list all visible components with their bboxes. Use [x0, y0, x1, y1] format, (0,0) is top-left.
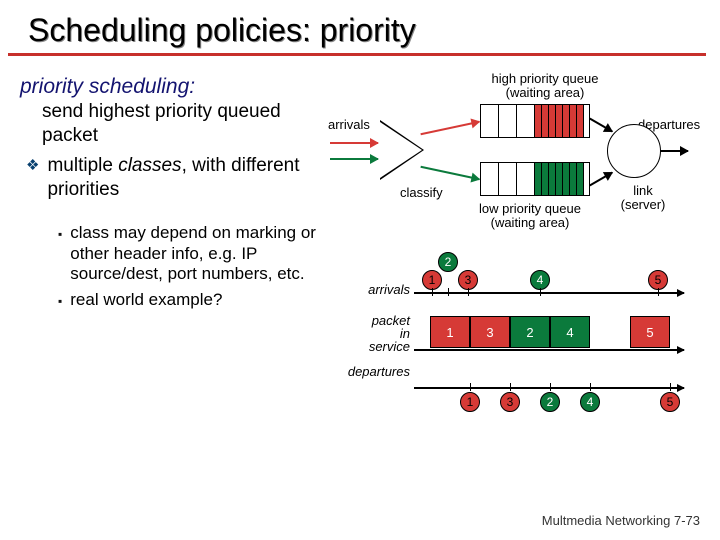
departures-axis-label: departures — [348, 364, 410, 379]
tick — [470, 383, 471, 391]
arrow-high-to-server — [589, 118, 613, 133]
text-column: priority scheduling: send highest priori… — [0, 74, 330, 452]
diamond-bullet-icon: ❖ — [26, 154, 39, 176]
tick — [510, 383, 511, 391]
classify-label: classify — [400, 186, 443, 200]
arrivals-axis — [414, 292, 684, 294]
service-axis — [414, 349, 684, 351]
classifier-triangle — [380, 122, 422, 178]
high-queue-label: high priority queue(waiting area) — [480, 72, 610, 101]
arrival-pkt-4: 4 — [530, 270, 550, 290]
arrival-pkt-3: 3 — [458, 270, 478, 290]
departures-axis — [414, 387, 684, 389]
arrow-green-arrival — [330, 158, 378, 160]
service-axis-label: packetinservice — [369, 314, 410, 353]
bar-1: 1 — [430, 316, 470, 348]
arrow-departure — [660, 150, 688, 152]
server-circle — [607, 124, 661, 178]
arrivals-axis-label: arrivals — [368, 282, 410, 297]
slide-footer: Multmedia Networking 7-73 — [542, 513, 700, 528]
service-bars: 1 3 2 4 5 — [414, 316, 670, 348]
content-area: priority scheduling: send highest priori… — [0, 56, 720, 452]
tick — [540, 288, 541, 296]
arrival-pkt-1: 1 — [422, 270, 442, 290]
tick — [590, 383, 591, 391]
diagram-column: high priority queue(waiting area) arriva… — [330, 74, 720, 452]
bar-2: 2 — [510, 316, 550, 348]
link-server-label: link(server) — [618, 184, 668, 213]
dep-pkt-1: 1 — [460, 392, 480, 412]
square-bullet-icon: ▪ — [58, 223, 62, 284]
low-priority-queue — [480, 162, 590, 196]
low-queue-label: low priority queue(waiting area) — [470, 202, 590, 231]
bar-5: 5 — [630, 316, 670, 348]
timeline-diagram: arrivals 1 2 3 4 5 packetinservice 1 3 2… — [330, 252, 700, 452]
dep-pkt-4: 4 — [580, 392, 600, 412]
arrow-low-to-server — [589, 172, 613, 187]
arrow-to-high-queue — [420, 121, 479, 135]
sub-bullet-2: real world example? — [70, 290, 222, 310]
sub-bullets: ▪ class may depend on marking or other h… — [20, 223, 330, 311]
slide-title: Scheduling policies: priority — [8, 0, 706, 56]
bullet-text: multiple classes, with different priorit… — [47, 154, 330, 202]
queue-diagram: high priority queue(waiting area) arriva… — [330, 74, 690, 244]
arrival-pkt-2: 2 — [438, 252, 458, 272]
dep-pkt-3: 3 — [500, 392, 520, 412]
arrivals-label: arrivals — [328, 118, 370, 132]
arrow-red-arrival — [330, 142, 378, 144]
square-bullet-icon: ▪ — [58, 290, 62, 310]
tick — [468, 288, 469, 296]
arrow-to-low-queue — [420, 166, 479, 180]
tick — [670, 383, 671, 391]
bullet-classes: ❖ multiple classes, with different prior… — [20, 154, 330, 202]
tick — [550, 383, 551, 391]
high-priority-queue — [480, 104, 590, 138]
bar-4: 4 — [550, 316, 590, 348]
definition-term: priority scheduling: — [20, 75, 195, 98]
dep-pkt-5: 5 — [660, 392, 680, 412]
arrival-pkt-5: 5 — [648, 270, 668, 290]
bar-3: 3 — [470, 316, 510, 348]
tick — [448, 288, 449, 296]
tick — [658, 288, 659, 296]
sub-bullet-1: class may depend on marking or other hea… — [70, 223, 330, 284]
dep-pkt-2: 2 — [540, 392, 560, 412]
definition-body: send highest priority queued packet — [20, 100, 330, 148]
tick — [432, 288, 433, 296]
